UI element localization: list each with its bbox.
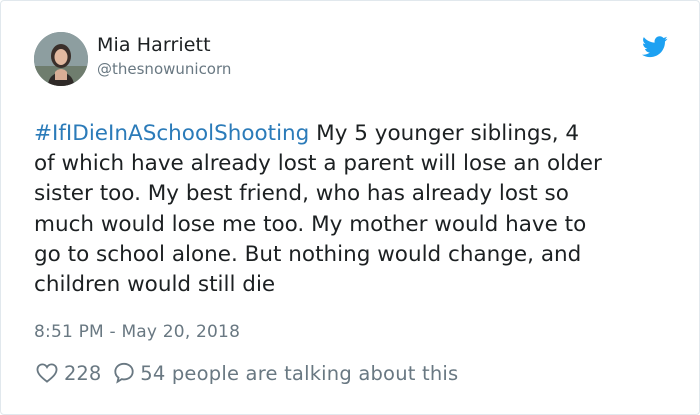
avatar[interactable] (34, 32, 88, 86)
twitter-bird-icon[interactable] (642, 36, 668, 58)
heart-icon[interactable] (36, 363, 58, 383)
avatar-photo (34, 32, 88, 86)
tweet-text: #IfIDieInASchoolShooting My 5 younger si… (34, 119, 674, 300)
timestamp[interactable]: 8:51 PM - May 20, 2018 (34, 322, 240, 342)
hashtag-link[interactable]: #IfIDieInASchoolShooting (34, 121, 309, 146)
author-handle[interactable]: @thesnowunicorn (97, 60, 231, 78)
talking-about-count[interactable]: 54 people are talking about this (140, 362, 458, 385)
author-name[interactable]: Mia Harriett (97, 34, 211, 56)
tweet-card: Mia Harriett @thesnowunicorn #IfIDieInAS… (0, 0, 700, 415)
speech-bubble-icon[interactable] (113, 362, 135, 384)
engagement-bar: 228 54 people are talking about this (36, 359, 458, 387)
likes-count[interactable]: 228 (64, 362, 101, 385)
tweet-body: My 5 younger siblings, 4 of which have a… (34, 121, 602, 298)
